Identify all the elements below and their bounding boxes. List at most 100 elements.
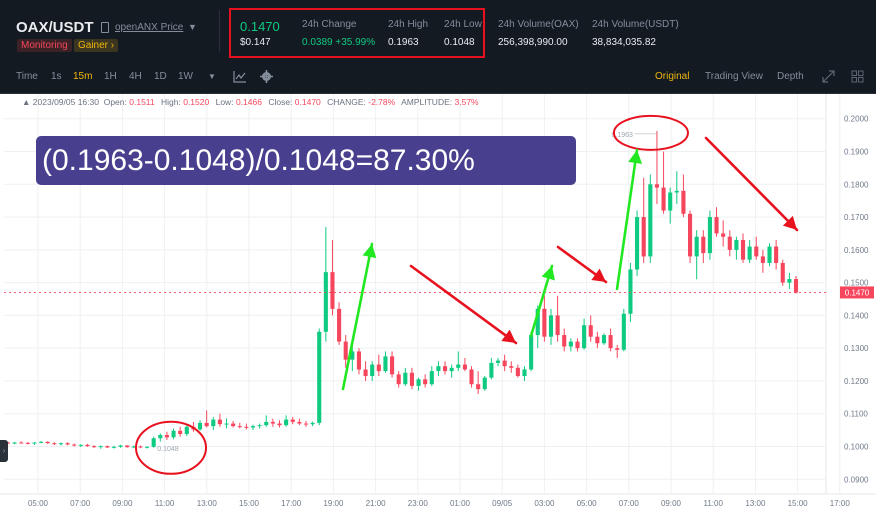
interval-1w[interactable]: 1W [178, 71, 193, 82]
x-tick-label: 13:00 [745, 499, 766, 508]
x-tick-label: 07:00 [619, 499, 640, 508]
view-original[interactable]: Original [655, 71, 689, 82]
candle-up [416, 379, 421, 386]
candle-up [436, 366, 441, 372]
candle-up [158, 435, 163, 439]
view-tradingview[interactable]: Trading View [705, 71, 763, 82]
candle-up [601, 335, 607, 344]
candle-up [548, 315, 554, 337]
candle-down [45, 441, 50, 444]
candle-up [429, 371, 434, 385]
interval-4h[interactable]: 4H [129, 71, 142, 82]
ohlc-amplitude-value: 3.57% [454, 97, 479, 107]
candle-up [370, 364, 375, 377]
y-tick-label: 0.1100 [844, 410, 868, 419]
candle-down [714, 217, 719, 234]
ohlc-low-value: 0.1466 [235, 97, 262, 107]
y-tick-label: 0.1400 [844, 311, 869, 320]
settings-gear-icon[interactable] [260, 70, 273, 83]
x-tick-label: 23:00 [408, 499, 429, 508]
sidebar-toggle-handle[interactable]: › [0, 440, 8, 462]
candle-up [111, 446, 117, 448]
y-tick-label: 0.0900 [844, 475, 869, 484]
candle-down [469, 369, 474, 385]
x-tick-label: 19:00 [323, 499, 344, 508]
candle-down [615, 348, 620, 350]
green-arrow-2-head [541, 266, 555, 281]
candle-down [178, 430, 183, 435]
candle-down [72, 444, 77, 446]
x-tick-label: 07:00 [70, 499, 91, 508]
volume-oax-label: 24h Volume(OAX) [498, 19, 579, 30]
candle-down [476, 384, 481, 390]
volume-usdt-value: 38,834,035.82 [592, 37, 656, 48]
candle-down [164, 435, 169, 438]
candle-up [582, 325, 587, 349]
y-tick-label: 0.1500 [844, 279, 869, 288]
monitoring-tag[interactable]: Monitoring [17, 39, 72, 52]
green-arrow-1-head [362, 244, 377, 259]
candle-up [310, 422, 315, 425]
header-divider [219, 10, 220, 52]
interval-15m[interactable]: 15m [73, 71, 92, 82]
candle-up [707, 217, 712, 254]
coin-price-link[interactable]: openANX Price [115, 22, 183, 33]
candle-up [668, 192, 673, 211]
layout-grid-icon[interactable] [851, 70, 864, 83]
candle-down [237, 426, 242, 428]
candle-down [740, 240, 746, 260]
coin-info-icon[interactable] [101, 22, 109, 33]
candle-down [588, 325, 593, 337]
ohlc-settings-icon[interactable]: ▲ [22, 97, 30, 107]
interval-dropdown-icon[interactable]: ▼ [208, 72, 216, 81]
candle-up [495, 360, 501, 363]
candle-up [118, 445, 123, 447]
interval-1s[interactable]: 1s [51, 71, 62, 82]
low-marker-label: 0.1048 [157, 446, 179, 453]
ohlc-high-label: High: [161, 97, 181, 107]
indicator-icon[interactable] [233, 70, 247, 83]
candle-down [608, 335, 613, 349]
candle-up [787, 279, 792, 283]
fullscreen-icon[interactable] [822, 70, 835, 83]
ohlc-high-value: 0.1520 [183, 97, 210, 107]
candle-up [628, 269, 633, 314]
y-tick-label: 0.1300 [844, 344, 869, 353]
candle-down [396, 374, 401, 385]
candle-down [442, 366, 448, 372]
y-tick-label: 0.1000 [844, 442, 869, 451]
candle-up [734, 240, 739, 250]
x-tick-label: 03:00 [534, 499, 555, 508]
x-tick-label: 15:00 [788, 499, 809, 508]
ohlc-change-value: -2.78% [368, 97, 396, 107]
x-tick-label: 11:00 [703, 499, 723, 508]
pair-dropdown-icon[interactable]: ▼ [188, 22, 197, 32]
candle-down [793, 279, 799, 293]
candle-down [244, 426, 249, 428]
trading-pair-title[interactable]: OAX/USDT [16, 19, 94, 36]
gainer-tag[interactable]: Gainer › [74, 39, 119, 52]
ohlc-close-value: 0.1470 [294, 97, 321, 107]
candle-up [449, 367, 454, 372]
interval-1d[interactable]: 1D [154, 71, 167, 82]
candle-up [39, 441, 44, 443]
y-tick-label: 0.1600 [844, 246, 869, 255]
candle-up [403, 372, 408, 385]
y-tick-label: 0.1200 [844, 377, 869, 386]
ohlc-info-bar: ▲ 2023/09/05 16:30 Open: 0.1511 High: 0.… [22, 97, 483, 107]
candle-up [12, 442, 17, 444]
candle-up [323, 272, 328, 332]
candle-down [515, 367, 520, 377]
candle-up [568, 341, 573, 347]
candle-up [648, 184, 653, 257]
green-arrow-3-head [628, 150, 643, 164]
candle-down [270, 421, 275, 424]
ohlc-amplitude-label: AMPLITUDE: [401, 97, 453, 107]
percent-gain-annotation: (0.1963-0.1048)/0.1048=87.30% [36, 136, 576, 185]
candle-down [85, 444, 90, 447]
interval-1h[interactable]: 1H [104, 71, 117, 82]
ohlc-close-label: Close: [268, 97, 293, 107]
view-depth[interactable]: Depth [777, 71, 804, 82]
candle-down [562, 335, 567, 347]
ohlc-open-value: 0.1511 [129, 97, 155, 107]
